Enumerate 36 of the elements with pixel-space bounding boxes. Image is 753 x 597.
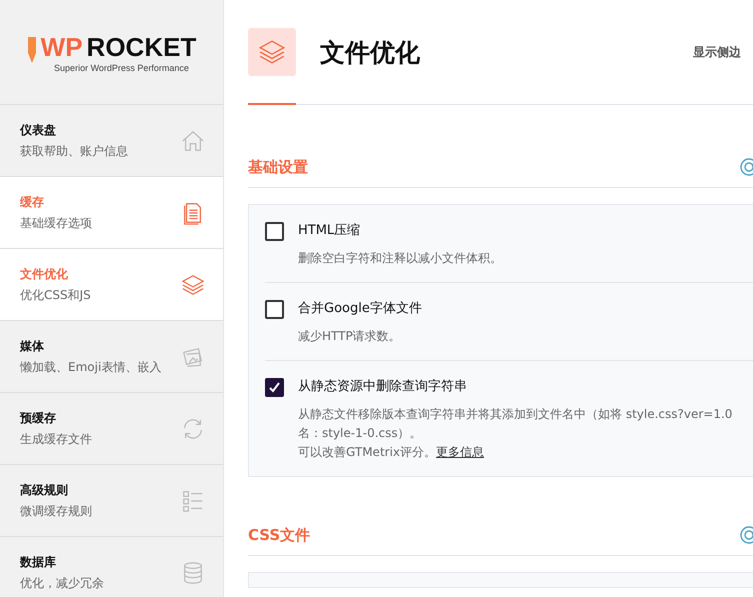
item-title: 仪表盘: [20, 122, 57, 138]
logo-text: ROCKET: [86, 32, 196, 62]
sidebar-item[interactable]: 媒体 懒加载、Emoji表情、嵌入: [0, 321, 223, 393]
item-title: 高级规则: [20, 482, 69, 498]
item-title: 缓存: [20, 194, 45, 210]
item-subtitle: 生成缓存文件: [20, 430, 93, 448]
item-title: 数据库: [20, 554, 57, 570]
item-subtitle: 获取帮助、账户信息: [20, 142, 129, 160]
item-subtitle: 基础缓存选项: [20, 214, 93, 232]
item-subtitle: 微调缓存规则: [20, 502, 93, 520]
sidebar-item[interactable]: 高级规则 微调缓存规则: [0, 465, 223, 537]
item-title: 文件优化: [20, 266, 69, 282]
item-subtitle: 优化CSS和JS: [20, 286, 92, 304]
section-title: CSS文件: [248, 526, 310, 544]
item-title: 预缓存: [20, 410, 57, 426]
option-label: 合并Google字体文件: [298, 300, 422, 318]
sidebar-item[interactable]: 预缓存 生成缓存文件: [0, 393, 223, 465]
logo-tagline: Superior WordPress Performance: [54, 62, 189, 72]
option-description: 减少HTTP请求数。: [298, 329, 401, 343]
page-title: 文件优化: [320, 36, 421, 68]
logo-text: WP: [40, 32, 83, 62]
option-label: HTML压缩: [298, 222, 362, 240]
option-description: 删除空白字符和注释以减小文件体积。: [298, 251, 502, 265]
more-info-link[interactable]: 更多信息: [436, 445, 484, 459]
option-label: 从静态资源中删除查询字符串: [298, 378, 468, 396]
sidebar-item[interactable]: 文件优化 优化CSS和JS: [0, 249, 223, 321]
option-description: 从静态文件移除版本查询字符串并将其添加到文件名中（如将 style.css?ver=1.0: [298, 407, 732, 421]
sidebar-item[interactable]: 缓存 基础缓存选项: [0, 177, 223, 249]
item-title: 媒体: [20, 338, 45, 354]
option-description: 可以改善GTMetrix评分。: [298, 445, 436, 459]
sidebar-toggle[interactable]: 显示侧边: [693, 44, 741, 60]
sidebar-item[interactable]: 数据库 优化，减少冗余: [0, 537, 223, 597]
item-subtitle: 优化，减少冗余: [20, 574, 105, 592]
option-description: 名：style-1-0.css）。: [298, 426, 422, 440]
section-title: 基础设置: [248, 158, 308, 176]
item-subtitle: 懒加载、Emoji表情、嵌入: [20, 358, 162, 376]
